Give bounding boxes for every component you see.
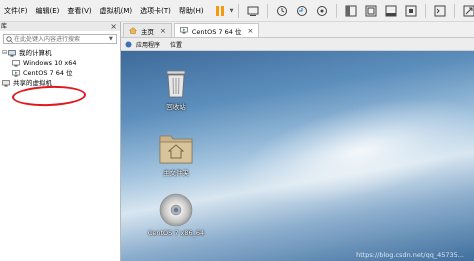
search-input[interactable] <box>14 35 109 43</box>
shared-vms-icon <box>2 79 11 87</box>
desktop-icon-label: CentOS 7 x86_64 <box>147 229 205 237</box>
console-icon[interactable] <box>432 3 448 19</box>
menu-tabs[interactable]: 选项卡(T) <box>136 0 175 22</box>
toolbar-separator <box>335 3 337 18</box>
library-search: ▼ <box>3 34 117 44</box>
vm-running-icon <box>180 27 189 35</box>
wallpaper-highlight <box>223 75 474 227</box>
menu-vm[interactable]: 虚拟机(M) <box>96 0 137 22</box>
vm-tree: ⊟ 我的计算机 Windows 10 x64 CentOS 7 64 位 共享的… <box>2 48 120 88</box>
unity-icon[interactable] <box>403 3 419 19</box>
tree-item-vm[interactable]: CentOS 7 64 位 <box>2 68 120 78</box>
tab-home[interactable]: 主页 × <box>123 23 172 37</box>
vm-running-icon <box>12 69 21 77</box>
chevron-down-icon[interactable]: ▼ <box>109 36 113 42</box>
vm-icon <box>12 59 21 67</box>
tab-label: 主页 <box>141 27 154 36</box>
annotation-circle <box>11 84 87 108</box>
trash-icon <box>146 69 206 99</box>
folder-icon <box>146 131 206 165</box>
desktop-icon-trash[interactable]: 回收站 <box>146 69 206 111</box>
revert-snapshot-icon[interactable] <box>294 3 310 19</box>
toolbar: ▼ <box>210 0 474 22</box>
disc-icon <box>146 193 206 227</box>
guest-top-bar: 应用程序 位置 <box>121 38 474 51</box>
toolbar-separator <box>266 3 268 18</box>
tab-label: CentOS 7 64 位 <box>191 27 242 36</box>
applications-icon <box>125 41 133 48</box>
fullscreen-icon[interactable] <box>383 3 399 19</box>
menu-edit[interactable]: 编辑(E) <box>32 0 64 22</box>
desktop-icon-dvd[interactable]: CentOS 7 x86_64 <box>146 193 206 237</box>
close-icon[interactable]: × <box>160 27 166 35</box>
menu-bar: 文件(F) 编辑(E) 查看(V) 虚拟机(M) 选项卡(T) 帮助(H) ▼ <box>0 0 474 22</box>
thumbnail-icon[interactable] <box>363 3 379 19</box>
guest-desktop: 回收站 主文件夹 CentOS 7 x86_64 https://blog.cs… <box>121 51 474 261</box>
close-icon[interactable]: × <box>247 27 253 35</box>
guest-menu-label: 位置 <box>170 41 183 49</box>
tab-centos[interactable]: CentOS 7 64 位 × <box>173 23 260 37</box>
computer-icon <box>8 49 17 57</box>
pause-icon[interactable] <box>212 3 228 19</box>
tree-item-vm[interactable]: Windows 10 x64 <box>2 58 120 68</box>
pause-dropdown-icon[interactable]: ▼ <box>230 8 234 14</box>
tab-bar: 主页 × CentOS 7 64 位 × <box>121 22 474 38</box>
desktop-icon-home-folder[interactable]: 主文件夹 <box>146 131 206 177</box>
search-icon <box>4 35 14 43</box>
tree-item-my-computer[interactable]: ⊟ 我的计算机 <box>2 48 120 58</box>
sidebar-toggle-icon[interactable] <box>343 3 359 19</box>
menu-view[interactable]: 查看(V) <box>63 0 95 22</box>
library-title: 库 <box>0 22 120 31</box>
guest-menu-places[interactable]: 位置 <box>170 40 182 49</box>
send-keys-icon[interactable] <box>245 3 261 19</box>
tree-label: CentOS 7 64 位 <box>23 69 73 77</box>
toolbar-separator <box>424 3 426 18</box>
watermark-text: https://blog.csdn.net/qq_45735... <box>356 251 464 259</box>
snapshot-manager-icon[interactable] <box>314 3 330 19</box>
menu-file[interactable]: 文件(F) <box>0 0 32 22</box>
desktop-icon-label: 主文件夹 <box>163 169 189 177</box>
stretch-icon[interactable] <box>461 3 474 19</box>
snapshot-icon[interactable] <box>274 3 290 19</box>
guest-menu-applications[interactable]: 应用程序 <box>125 40 160 49</box>
library-panel: 库 × ▼ ⊟ 我的计算机 Windows 10 x64 CentOS 7 64… <box>0 22 121 261</box>
guest-menu-label: 应用程序 <box>136 41 161 49</box>
toolbar-separator <box>453 3 455 18</box>
tree-label: Windows 10 x64 <box>23 59 77 67</box>
home-icon <box>129 27 138 35</box>
tree-label: 我的计算机 <box>19 49 52 57</box>
menu-help[interactable]: 帮助(H) <box>175 0 208 22</box>
close-icon[interactable]: × <box>110 22 117 31</box>
toolbar-separator <box>237 3 239 18</box>
desktop-icon-label: 回收站 <box>166 103 186 111</box>
